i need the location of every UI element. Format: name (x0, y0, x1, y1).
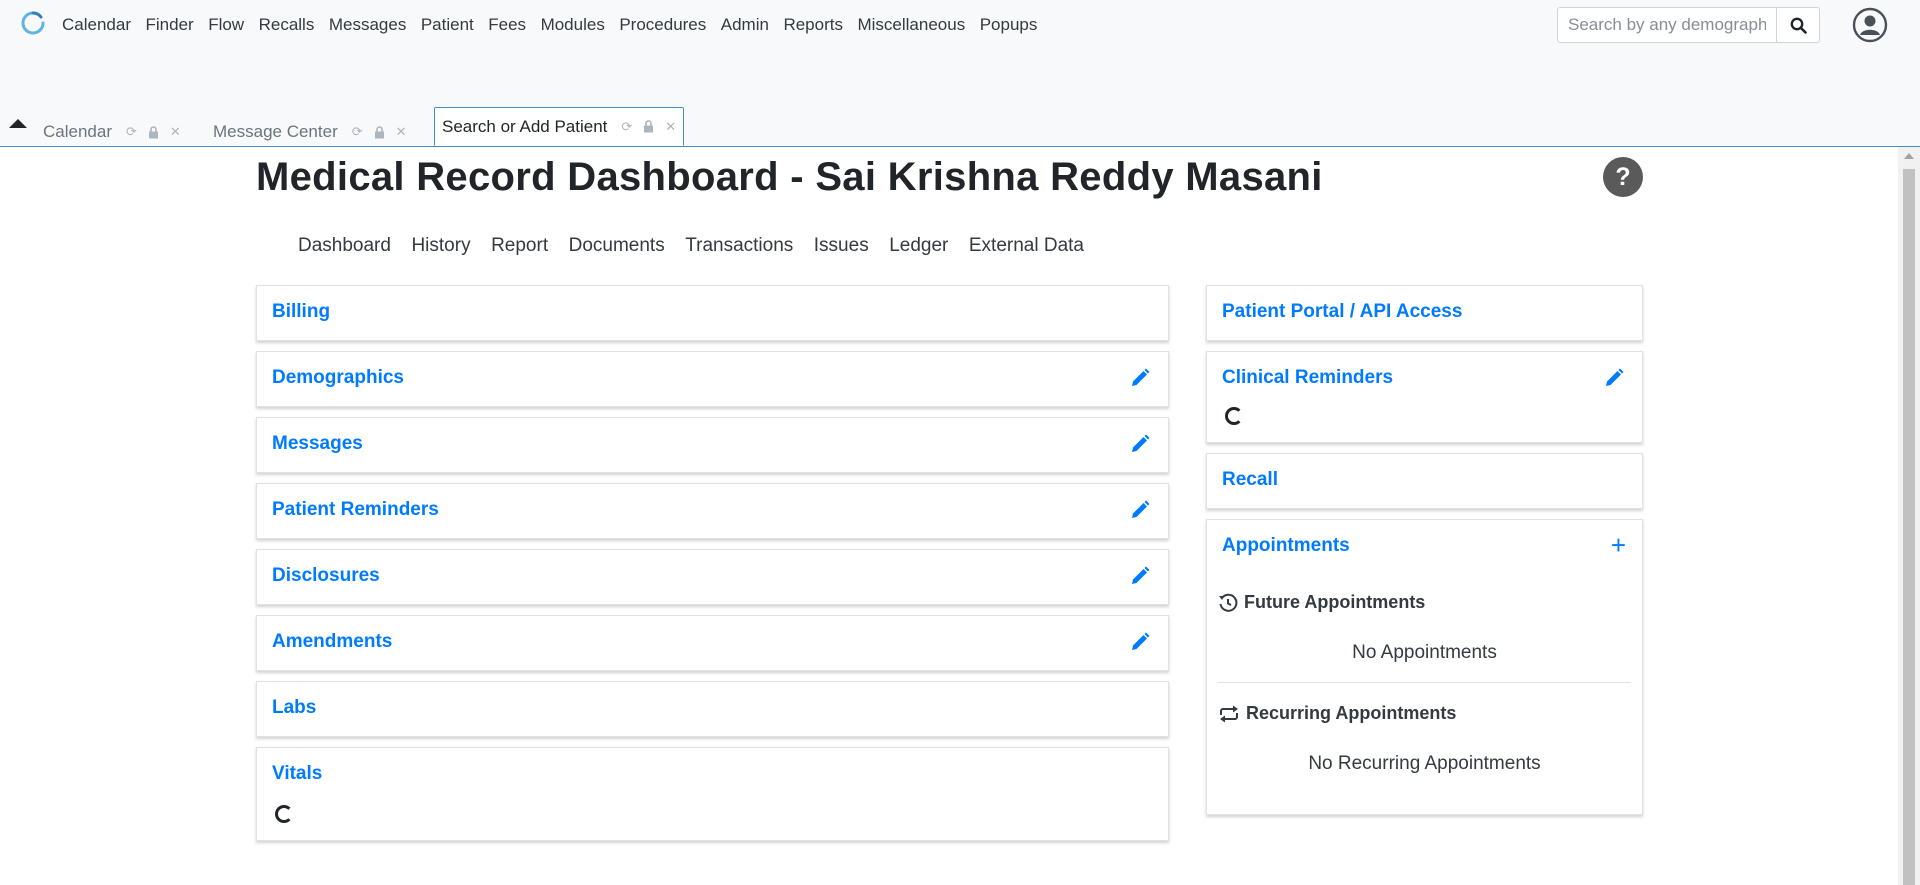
card-title-patient-reminders[interactable]: Patient Reminders (272, 499, 439, 521)
lock-icon[interactable] (374, 125, 385, 139)
collapse-caret-icon[interactable] (8, 116, 28, 130)
scroll-up-arrow-icon[interactable] (1904, 153, 1914, 159)
card-messages: Messages (256, 417, 1169, 473)
repeat-icon (1220, 705, 1238, 722)
menu-recalls[interactable]: Recalls (259, 14, 315, 36)
user-account-icon[interactable] (1852, 7, 1888, 43)
page-title: Medical Record Dashboard - Sai Krishna R… (256, 155, 1323, 199)
search-button[interactable] (1777, 7, 1820, 43)
no-appointments-text: No Appointments (1352, 642, 1497, 663)
card-vitals: Vitals (256, 747, 1169, 841)
menu-calendar[interactable]: Calendar (62, 14, 131, 36)
tab-search-or-add-patient[interactable]: Search or Add Patient ⟳ ✕ (434, 107, 685, 146)
appointments-divider (1218, 682, 1631, 683)
app-logo-icon[interactable] (20, 10, 46, 36)
scrollbar-thumb[interactable] (1903, 169, 1915, 885)
edit-pencil-icon[interactable] (1604, 368, 1624, 388)
menu-miscellaneous[interactable]: Miscellaneous (857, 14, 965, 36)
menu-fees[interactable]: Fees (488, 14, 526, 36)
tab-label: Calendar (43, 122, 112, 141)
search-input[interactable] (1557, 7, 1777, 43)
lock-icon[interactable] (643, 120, 654, 133)
recurring-appointments-heading: Recurring Appointments (1218, 703, 1456, 724)
refresh-icon[interactable]: ⟳ (126, 124, 137, 140)
card-appointments: Appointments + Future Appointments No Ap… (1206, 519, 1643, 815)
edit-pencil-icon[interactable] (1130, 632, 1150, 652)
edit-pencil-icon[interactable] (1130, 368, 1150, 388)
subnav-history[interactable]: History (411, 235, 470, 257)
record-subnav: Dashboard History Report Documents Trans… (298, 235, 1105, 257)
refresh-icon[interactable]: ⟳ (621, 119, 632, 135)
history-clock-icon (1219, 593, 1238, 612)
close-icon[interactable]: ✕ (170, 124, 181, 140)
dashboard-content: Medical Record Dashboard - Sai Krishna R… (0, 147, 1898, 885)
tab-label: Search or Add Patient (442, 116, 608, 136)
card-title-labs[interactable]: Labs (272, 697, 316, 719)
edit-pencil-icon[interactable] (1130, 434, 1150, 454)
top-navbar: Calendar Finder Flow Recalls Messages Pa… (0, 0, 1920, 52)
subnav-external-data[interactable]: External Data (969, 235, 1084, 257)
tab-label: Message Center (213, 122, 338, 141)
edit-pencil-icon[interactable] (1130, 500, 1150, 520)
subnav-documents[interactable]: Documents (569, 235, 665, 257)
card-title-appointments[interactable]: Appointments (1222, 535, 1350, 557)
tab-bar: Calendar ⟳ ✕ Message Center ⟳ ✕ Search o… (0, 106, 1920, 147)
card-title-demographics[interactable]: Demographics (272, 367, 404, 389)
menu-finder[interactable]: Finder (146, 14, 194, 36)
subnav-ledger[interactable]: Ledger (889, 235, 948, 257)
card-disclosures: Disclosures (256, 549, 1169, 605)
main-menu: Calendar Finder Flow Recalls Messages Pa… (62, 14, 1052, 36)
subnav-report[interactable]: Report (491, 235, 548, 257)
loading-spinner-icon (1225, 407, 1243, 425)
close-icon[interactable]: ✕ (396, 124, 407, 140)
help-button[interactable]: ? (1603, 157, 1643, 197)
card-labs: Labs (256, 681, 1169, 737)
card-title-disclosures[interactable]: Disclosures (272, 565, 380, 587)
search-icon (1790, 17, 1807, 34)
menu-admin[interactable]: Admin (721, 14, 769, 36)
card-billing: Billing (256, 285, 1169, 341)
card-title-messages[interactable]: Messages (272, 433, 363, 455)
close-icon[interactable]: ✕ (665, 119, 676, 135)
card-clinical-reminders: Clinical Reminders (1206, 351, 1643, 443)
refresh-icon[interactable]: ⟳ (352, 124, 363, 140)
subnav-dashboard[interactable]: Dashboard (298, 235, 391, 257)
menu-procedures[interactable]: Procedures (619, 14, 706, 36)
card-patient-portal: Patient Portal / API Access (1206, 285, 1643, 341)
patient-search (1557, 7, 1820, 43)
add-appointment-button[interactable]: + (1611, 532, 1626, 558)
vertical-scrollbar[interactable] (1898, 147, 1920, 885)
edit-pencil-icon[interactable] (1130, 566, 1150, 586)
menu-modules[interactable]: Modules (541, 14, 605, 36)
future-appointments-heading: Future Appointments (1218, 592, 1425, 613)
menu-messages[interactable]: Messages (329, 14, 406, 36)
help-icon: ? (1615, 162, 1631, 191)
tab-message-center[interactable]: Message Center ⟳ ✕ (213, 118, 418, 146)
card-title-vitals[interactable]: Vitals (272, 763, 322, 785)
card-title-patient-portal[interactable]: Patient Portal / API Access (1222, 301, 1462, 323)
card-patient-reminders: Patient Reminders (256, 483, 1169, 539)
subnav-transactions[interactable]: Transactions (685, 235, 793, 257)
loading-spinner-icon (275, 805, 293, 823)
subnav-issues[interactable]: Issues (814, 235, 869, 257)
menu-flow[interactable]: Flow (208, 14, 244, 36)
card-recall: Recall (1206, 453, 1643, 509)
tab-calendar[interactable]: Calendar ⟳ ✕ (43, 118, 192, 146)
recurring-appointments-label: Recurring Appointments (1246, 703, 1457, 723)
card-title-billing[interactable]: Billing (272, 301, 330, 323)
no-recurring-appointments-text: No Recurring Appointments (1308, 753, 1541, 774)
future-appointments-label: Future Appointments (1244, 592, 1426, 612)
menu-popups[interactable]: Popups (980, 14, 1038, 36)
menu-reports[interactable]: Reports (783, 14, 843, 36)
card-title-clinical-reminders[interactable]: Clinical Reminders (1222, 367, 1393, 389)
lock-icon[interactable] (148, 125, 159, 139)
card-title-recall[interactable]: Recall (1222, 469, 1278, 491)
menu-patient[interactable]: Patient (421, 14, 474, 36)
card-title-amendments[interactable]: Amendments (272, 631, 392, 653)
card-amendments: Amendments (256, 615, 1169, 671)
card-demographics: Demographics (256, 351, 1169, 407)
